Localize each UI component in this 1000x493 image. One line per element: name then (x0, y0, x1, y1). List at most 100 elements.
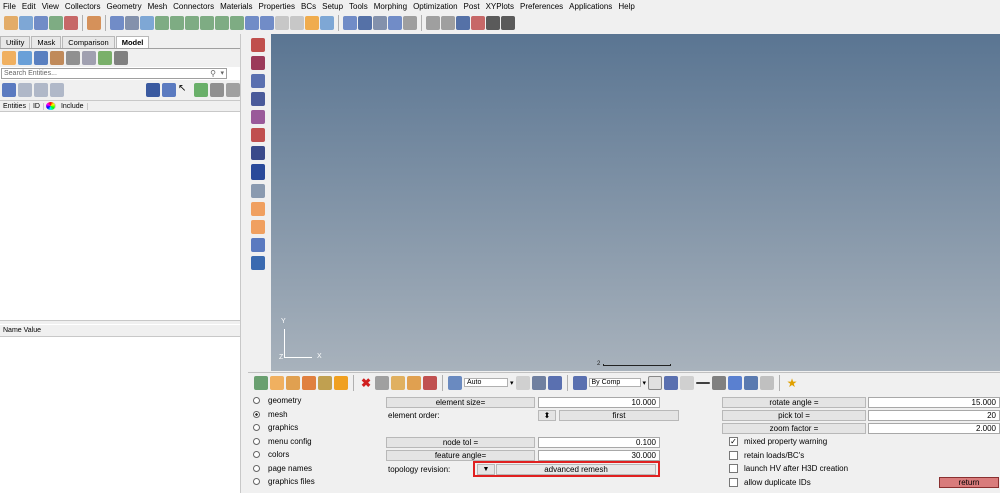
search-icon[interactable]: ⚲ (210, 69, 216, 78)
solid-icon[interactable] (547, 375, 562, 390)
menu-geometry[interactable]: Geometry (106, 2, 141, 11)
menu-file[interactable]: File (3, 2, 16, 11)
visibility-icon[interactable] (210, 83, 224, 97)
element-display-icon[interactable] (648, 375, 663, 390)
color-mode-icon[interactable] (572, 375, 587, 390)
menu-optimization[interactable]: Optimization (413, 2, 457, 11)
star-icon[interactable]: ★ (785, 376, 799, 390)
delete-icon[interactable] (251, 56, 265, 70)
zoom-factor-button[interactable]: zoom factor = (722, 423, 866, 434)
node-tol-field[interactable]: 0.100 (538, 437, 660, 448)
mesh-icon[interactable] (251, 92, 265, 106)
quality-icon[interactable] (251, 128, 265, 142)
sum-icon[interactable] (486, 16, 500, 30)
solver-view-icon[interactable] (66, 51, 80, 65)
open-icon[interactable] (4, 16, 18, 30)
ruler-icon[interactable] (358, 16, 372, 30)
radio-colors[interactable]: colors (253, 450, 289, 459)
menu-view[interactable]: View (42, 2, 59, 11)
display-all-icon[interactable] (2, 83, 16, 97)
pointer-icon[interactable]: ↖ (178, 83, 192, 97)
pan-icon[interactable] (140, 16, 154, 30)
flag-icon[interactable] (471, 16, 485, 30)
feature-angle-field[interactable]: 30.000 (538, 450, 660, 461)
element-shade-icon[interactable] (664, 375, 679, 390)
checkbox-0[interactable]: ✓ mixed property warning (729, 437, 827, 446)
menu-materials[interactable]: Materials (220, 2, 252, 11)
numbering-icon[interactable] (251, 164, 265, 180)
screen-icon[interactable] (744, 375, 759, 390)
menu-preferences[interactable]: Preferences (520, 2, 563, 11)
right-view-icon[interactable] (275, 16, 289, 30)
menu-connectors[interactable]: Connectors (173, 2, 214, 11)
radio-indicator-icon[interactable] (253, 397, 260, 404)
node-icon[interactable] (423, 375, 437, 390)
menu-morphing[interactable]: Morphing (374, 2, 407, 11)
radio-geometry[interactable]: geometry (253, 396, 301, 405)
menu-applications[interactable]: Applications (569, 2, 612, 11)
model-icon[interactable] (254, 375, 268, 390)
entity-filter-icon[interactable] (146, 83, 160, 97)
cube-icon[interactable] (388, 16, 402, 30)
chevron-down-icon[interactable]: ▾ (220, 69, 224, 77)
layer-shade-icon[interactable] (728, 375, 743, 390)
rotate-icon[interactable] (155, 16, 169, 30)
radio-page-names[interactable]: page names (253, 464, 312, 473)
pick-tol-button[interactable]: pick tol = (722, 410, 866, 421)
chevron-down-icon[interactable]: ▾ (643, 379, 647, 387)
move-part-icon[interactable] (391, 375, 405, 390)
zoom-factor-field[interactable]: 2.000 (868, 423, 1000, 434)
element-order-toggle[interactable]: ⬍ (538, 410, 556, 421)
mask-icon[interactable] (334, 375, 348, 390)
element-size-field[interactable]: 10.000 (538, 397, 660, 408)
color-mode-select[interactable]: By Comp (588, 378, 641, 387)
formula-icon[interactable] (501, 16, 515, 30)
rigid-icon[interactable] (441, 16, 455, 30)
checkbox-icon[interactable] (729, 477, 738, 487)
menu-help[interactable]: Help (618, 2, 634, 11)
checkbox-3[interactable]: allow duplicate IDs (729, 477, 811, 487)
save-icon[interactable] (34, 16, 48, 30)
layer-icon[interactable] (712, 375, 727, 390)
column-id[interactable]: ID (30, 102, 44, 110)
checkbox-1[interactable]: retain loads/BC's (729, 450, 804, 460)
assembly-icon[interactable] (286, 375, 300, 390)
display-mode-select[interactable]: Auto (464, 378, 508, 387)
radio-indicator-icon[interactable] (253, 437, 260, 445)
radio-graphics-files[interactable]: graphics files (253, 477, 315, 486)
menu-edit[interactable]: Edit (22, 2, 36, 11)
show-icon[interactable] (18, 83, 32, 97)
color-wheel-icon[interactable] (45, 102, 56, 110)
menu-bcs[interactable]: BCs (301, 2, 316, 11)
expand-icon[interactable] (162, 83, 176, 97)
return-button[interactable]: return (939, 477, 999, 488)
cube-icon[interactable] (373, 16, 387, 30)
connector-view-icon[interactable] (82, 51, 96, 65)
isolate-icon[interactable] (50, 83, 64, 97)
radio-indicator-icon[interactable] (253, 410, 260, 418)
pick-tol-field[interactable]: 20 (868, 410, 1000, 421)
element-outline-icon[interactable] (680, 375, 695, 390)
rotate-angle-field[interactable]: 15.000 (868, 397, 1000, 408)
undo-icon[interactable] (64, 16, 78, 30)
browser-splitter[interactable] (0, 320, 240, 324)
topology-dropdown-icon[interactable]: ▼ (477, 464, 495, 475)
menu-xyplots[interactable]: XYPlots (486, 2, 514, 11)
rotate-x-icon[interactable] (170, 16, 184, 30)
user-profile-icon[interactable] (87, 16, 101, 30)
measure-icon[interactable] (251, 184, 265, 198)
transform-icon[interactable] (251, 238, 265, 252)
left-view-icon[interactable] (260, 16, 274, 30)
radio-indicator-icon[interactable] (253, 424, 260, 431)
node-tol-button[interactable]: node tol = (386, 437, 535, 448)
plane-icon[interactable] (251, 256, 265, 270)
export-icon[interactable] (49, 16, 63, 30)
back-view-icon[interactable] (245, 16, 259, 30)
rotate-icon[interactable] (375, 375, 389, 390)
graphics-viewport[interactable]: Y Z X 2 (271, 34, 1000, 371)
section-icon[interactable] (320, 16, 334, 30)
material-view-icon[interactable] (34, 51, 48, 65)
topology-revision-value[interactable]: advanced remesh (496, 464, 656, 475)
line-style-icon[interactable] (696, 381, 711, 384)
spin-icon[interactable] (215, 16, 229, 30)
